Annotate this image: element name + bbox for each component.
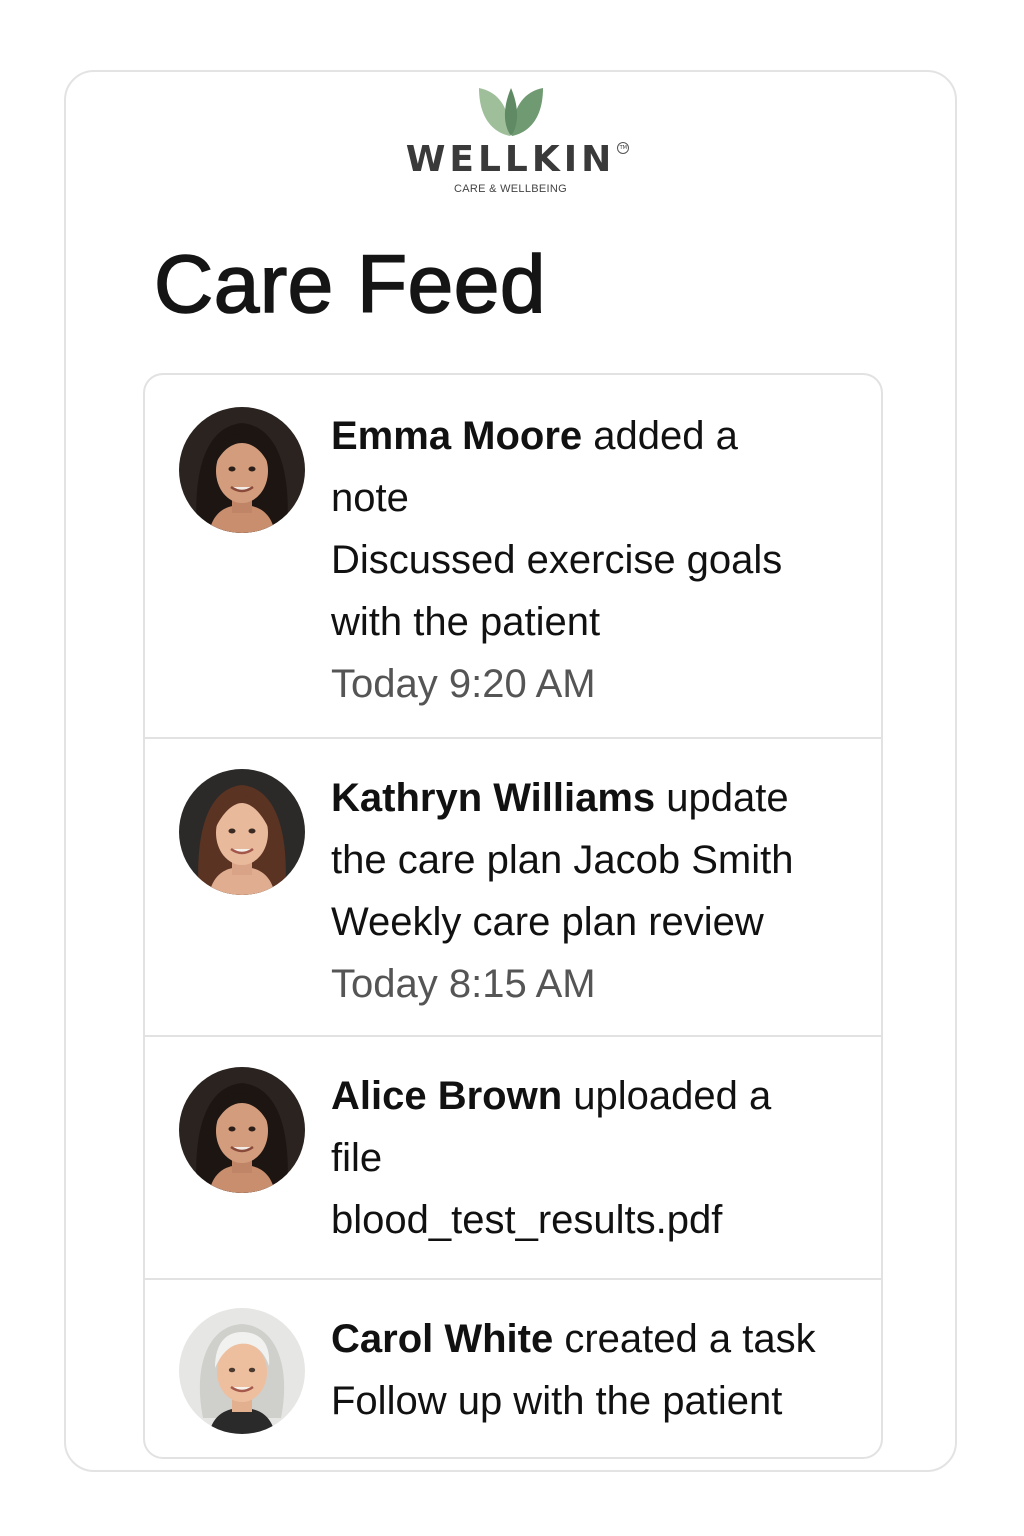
feed-item-text: Kathryn Williams update the care plan Ja… — [331, 767, 881, 1015]
avatar — [179, 407, 305, 533]
app-screen: WELLKIN TM CARE & WELLBEING Care Feed Em… — [64, 70, 957, 1472]
timestamp: Today 9:20 AM — [331, 662, 596, 706]
action-text: uploaded a — [573, 1074, 772, 1118]
actor-name[interactable]: Carol White — [331, 1317, 553, 1361]
woman-gray-hair-avatar-icon — [179, 1308, 305, 1434]
brand-logo: WELLKIN TM CARE & WELLBEING — [66, 82, 955, 195]
action-text: update — [666, 776, 789, 820]
feed-item-text: Emma Moore added a note Discussed exerci… — [331, 405, 881, 715]
timestamp: Today 8:15 AM — [331, 962, 596, 1006]
woman-brown-hair-avatar-icon — [179, 769, 305, 895]
trademark-mark: TM — [617, 142, 630, 154]
headline-line-1: Carol White created a task — [331, 1308, 881, 1370]
avatar — [179, 1308, 305, 1434]
headline-line-1: Alice Brown uploaded a — [331, 1065, 881, 1127]
headline-line-1: Kathryn Williams update — [331, 767, 881, 829]
action-text: created a task — [564, 1317, 816, 1361]
headline-line-1: Emma Moore added a — [331, 405, 881, 467]
action-text-cont: file — [331, 1136, 383, 1180]
woman-dark-hair-avatar-icon — [179, 1067, 305, 1193]
leaf-logo-icon — [478, 88, 543, 136]
avatar — [179, 769, 305, 895]
brand-name: WELLKIN TM — [405, 139, 630, 180]
actor-name[interactable]: Alice Brown — [331, 1074, 562, 1118]
actor-name[interactable]: Kathryn Williams — [331, 776, 655, 820]
feed-item-note[interactable]: Emma Moore added a note Discussed exerci… — [145, 375, 881, 737]
file-link[interactable]: blood_test_results.pdf — [331, 1189, 881, 1251]
detail-text: Follow up with the patient — [331, 1379, 783, 1423]
brand-name-text: WELLKIN — [405, 139, 616, 180]
brand-tagline: CARE & WELLBEING — [454, 183, 567, 195]
action-text-cont: note — [331, 476, 409, 520]
woman-dark-hair-avatar-icon — [179, 407, 305, 533]
avatar — [179, 1067, 305, 1193]
feed-item-task[interactable]: Carol White created a task Follow up wit… — [145, 1278, 881, 1457]
feed-item-file-upload[interactable]: Alice Brown uploaded a file blood_test_r… — [145, 1035, 881, 1278]
detail-text: Weekly care plan review — [331, 900, 764, 944]
actor-name[interactable]: Emma Moore — [331, 414, 582, 458]
care-feed-list: Emma Moore added a note Discussed exerci… — [143, 373, 883, 1459]
detail-text: Discussed exercise goals — [331, 538, 783, 582]
detail-text-cont: with the patient — [331, 600, 601, 644]
action-text: added a — [593, 414, 738, 458]
action-text-cont: the care plan Jacob Smith — [331, 838, 794, 882]
feed-item-care-plan[interactable]: Kathryn Williams update the care plan Ja… — [145, 737, 881, 1035]
feed-item-text: Alice Brown uploaded a file blood_test_r… — [331, 1065, 881, 1251]
feed-item-text: Carol White created a task Follow up wit… — [331, 1308, 881, 1432]
page-title: Care Feed — [153, 239, 546, 331]
